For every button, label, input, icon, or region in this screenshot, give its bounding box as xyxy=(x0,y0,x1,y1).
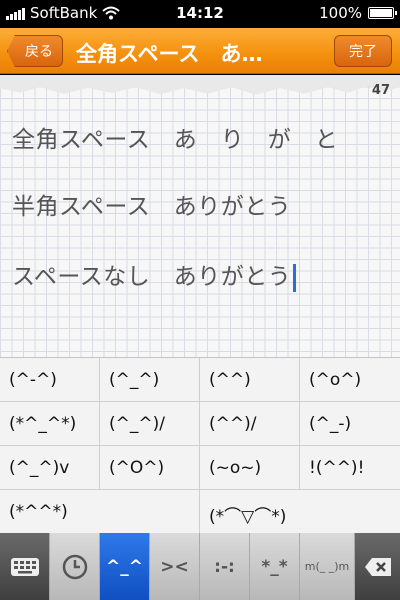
tab-dot-face[interactable]: :-: xyxy=(200,533,250,600)
battery-percent: 100% xyxy=(319,4,362,22)
emoticon-key[interactable]: (*⌒▽⌒*) xyxy=(200,490,400,534)
navigation-bar: 戻る 全角スペース あ… 完了 xyxy=(0,28,400,74)
emoticon-key[interactable]: (^_^)/ xyxy=(100,402,200,446)
page-title: 全角スペース あ… xyxy=(76,42,263,66)
category-tab-bar: ^_^ >< :-: *_* m(_ _)m xyxy=(0,533,400,600)
emoticon-key[interactable]: (^_^) xyxy=(100,358,200,402)
star-face-icon: *_* xyxy=(261,556,288,577)
tab-frown[interactable]: >< xyxy=(150,533,200,600)
text-caret xyxy=(293,263,297,292)
emoticon-key[interactable]: (*^_^*) xyxy=(0,402,100,446)
character-count: 47 xyxy=(371,83,390,98)
status-bar: SoftBank 14:12 100% xyxy=(0,0,400,28)
dot-face-icon: :-: xyxy=(214,556,235,577)
text-line-with-caret: スペースなし ありがとう xyxy=(12,257,297,292)
done-button[interactable]: 完了 xyxy=(334,35,392,67)
back-button[interactable]: 戻る xyxy=(7,35,63,67)
tab-recent[interactable] xyxy=(50,533,100,600)
battery-group: 100% xyxy=(319,4,397,22)
clock-icon xyxy=(62,554,87,579)
emoticon-key[interactable]: (*^^*) xyxy=(0,490,200,534)
backspace-button[interactable] xyxy=(355,533,400,600)
emoticon-key[interactable]: (^_^)v xyxy=(0,446,100,490)
torn-paper-edge xyxy=(0,75,400,95)
bow-face-icon: m(_ _)m xyxy=(304,560,350,573)
emoticon-key[interactable]: (^_-) xyxy=(300,402,400,446)
emoticon-key[interactable]: (~o~) xyxy=(200,446,300,490)
backspace-icon xyxy=(364,557,391,576)
keyboard-icon xyxy=(10,557,39,576)
emoticon-key[interactable]: !(^^)! xyxy=(300,446,400,490)
tab-bow-face[interactable]: m(_ _)m xyxy=(300,533,355,600)
emoticon-key[interactable]: (^O^) xyxy=(100,446,200,490)
tab-smile[interactable]: ^_^ xyxy=(100,533,150,600)
frown-face-icon: >< xyxy=(160,556,189,577)
text-line: 全角スペース あ り が と xyxy=(12,127,339,153)
text-line: スペースなし ありがとう xyxy=(12,264,292,290)
emoticon-key[interactable]: (^^)/ xyxy=(200,402,300,446)
text-line: 半角スペース ありがとう xyxy=(12,194,292,220)
keyboard-switch-button[interactable] xyxy=(0,533,50,600)
emoticon-key[interactable]: (^-^) xyxy=(0,358,100,402)
emoticon-grid: (^-^) (^_^) (^^) (^o^) (*^_^*) (^_^)/ (^… xyxy=(0,357,400,534)
emoticon-key[interactable]: (^^) xyxy=(200,358,300,402)
battery-icon xyxy=(368,7,397,19)
smile-face-icon: ^_^ xyxy=(106,556,143,577)
emoticon-key[interactable]: (^o^) xyxy=(300,358,400,402)
tab-star-face[interactable]: *_* xyxy=(250,533,300,600)
text-editor[interactable]: 47 全角スペース あ り が と 半角スペース ありがとう スペースなし あり… xyxy=(0,75,400,357)
